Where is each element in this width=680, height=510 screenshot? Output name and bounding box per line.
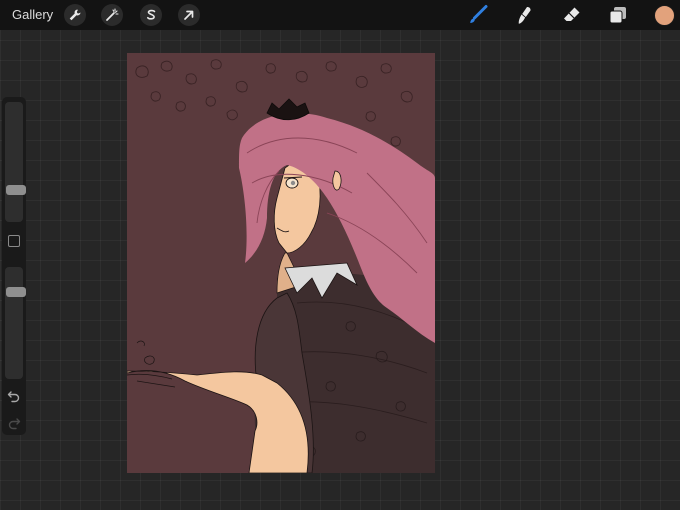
top-toolbar: Gallery	[0, 0, 680, 30]
layers-icon	[609, 7, 626, 24]
selection-button[interactable]	[140, 4, 162, 26]
smudge-icon	[518, 6, 531, 24]
eraser-icon	[564, 7, 580, 21]
redo-icon	[8, 418, 21, 430]
adjustments-button[interactable]	[101, 4, 123, 26]
transform-arrow-icon	[184, 10, 194, 20]
layers-button[interactable]	[607, 4, 629, 26]
smudge-tool-button[interactable]	[513, 4, 535, 26]
actions-button[interactable]	[64, 4, 86, 26]
magic-wand-icon	[106, 8, 119, 21]
undo-button[interactable]	[6, 388, 22, 404]
selection-s-icon	[147, 9, 156, 20]
square-modifier-icon[interactable]	[8, 235, 20, 247]
wrench-icon	[69, 9, 81, 21]
gallery-button[interactable]: Gallery	[12, 7, 53, 22]
ear	[332, 170, 342, 191]
undo-icon	[7, 391, 20, 403]
brush-size-thumb[interactable]	[6, 185, 26, 195]
side-toolbar	[2, 97, 26, 435]
transform-button[interactable]	[178, 4, 200, 26]
eraser-tool-button[interactable]	[561, 4, 583, 26]
artwork	[127, 53, 435, 473]
redo-button[interactable]	[6, 415, 22, 431]
drawing-canvas[interactable]	[127, 53, 435, 473]
brush-size-slider[interactable]	[5, 102, 26, 222]
opacity-slider[interactable]	[5, 267, 26, 379]
opacity-thumb[interactable]	[6, 287, 26, 297]
brush-tool-button[interactable]	[467, 4, 489, 26]
brush-icon	[470, 5, 488, 23]
color-picker-button[interactable]	[654, 5, 675, 26]
